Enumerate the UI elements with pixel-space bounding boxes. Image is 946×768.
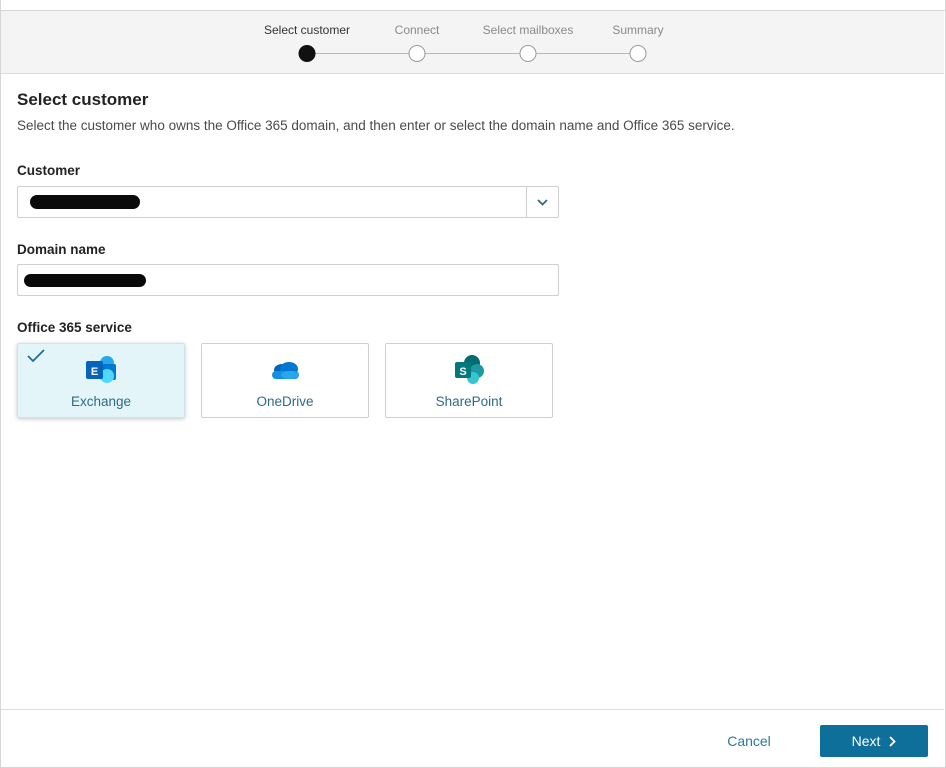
checkmark-icon bbox=[27, 349, 45, 363]
domain-name-input[interactable] bbox=[17, 264, 559, 296]
service-tile-label: OneDrive bbox=[256, 394, 314, 409]
exchange-icon: E bbox=[86, 356, 116, 383]
step-dot-select-mailboxes bbox=[519, 45, 537, 62]
service-tile-label: SharePoint bbox=[435, 394, 503, 409]
cancel-button[interactable]: Cancel bbox=[712, 728, 786, 754]
page-title: Select customer bbox=[17, 90, 149, 109]
next-button[interactable]: Next bbox=[820, 725, 928, 757]
service-tile-exchange[interactable]: E Exchange bbox=[17, 343, 185, 418]
step-dot-select-customer bbox=[298, 45, 316, 62]
step-label-summary: Summary bbox=[612, 23, 664, 37]
svg-text:E: E bbox=[91, 366, 98, 378]
step-label-connect: Connect bbox=[394, 23, 440, 37]
step-label-select-mailboxes: Select mailboxes bbox=[482, 23, 574, 37]
page-description: Select the customer who owns the Office … bbox=[17, 118, 735, 133]
chevron-right-icon bbox=[889, 735, 897, 747]
customer-select[interactable] bbox=[17, 186, 559, 218]
stepper-track bbox=[307, 53, 637, 54]
step-label-select-customer: Select customer bbox=[263, 23, 351, 37]
service-label: Office 365 service bbox=[17, 320, 132, 335]
chevron-down-icon[interactable] bbox=[527, 187, 558, 217]
service-tile-label: Exchange bbox=[70, 394, 132, 409]
onedrive-icon bbox=[272, 362, 299, 379]
step-dot-summary bbox=[629, 45, 647, 62]
next-button-label: Next bbox=[851, 733, 881, 749]
customer-label: Customer bbox=[17, 163, 81, 178]
service-tile-sharepoint[interactable]: S SharePoint bbox=[385, 343, 553, 418]
domain-label: Domain name bbox=[17, 242, 106, 257]
domain-value-redacted bbox=[24, 274, 146, 287]
sharepoint-icon: S bbox=[455, 355, 484, 384]
footer-divider bbox=[1, 709, 944, 710]
customer-value-redacted bbox=[30, 195, 140, 209]
service-tile-onedrive[interactable]: OneDrive bbox=[201, 343, 369, 418]
wizard-stepper: Select customer Connect Select mailboxes… bbox=[1, 11, 944, 74]
svg-text:S: S bbox=[459, 366, 466, 378]
step-dot-connect bbox=[408, 45, 426, 62]
